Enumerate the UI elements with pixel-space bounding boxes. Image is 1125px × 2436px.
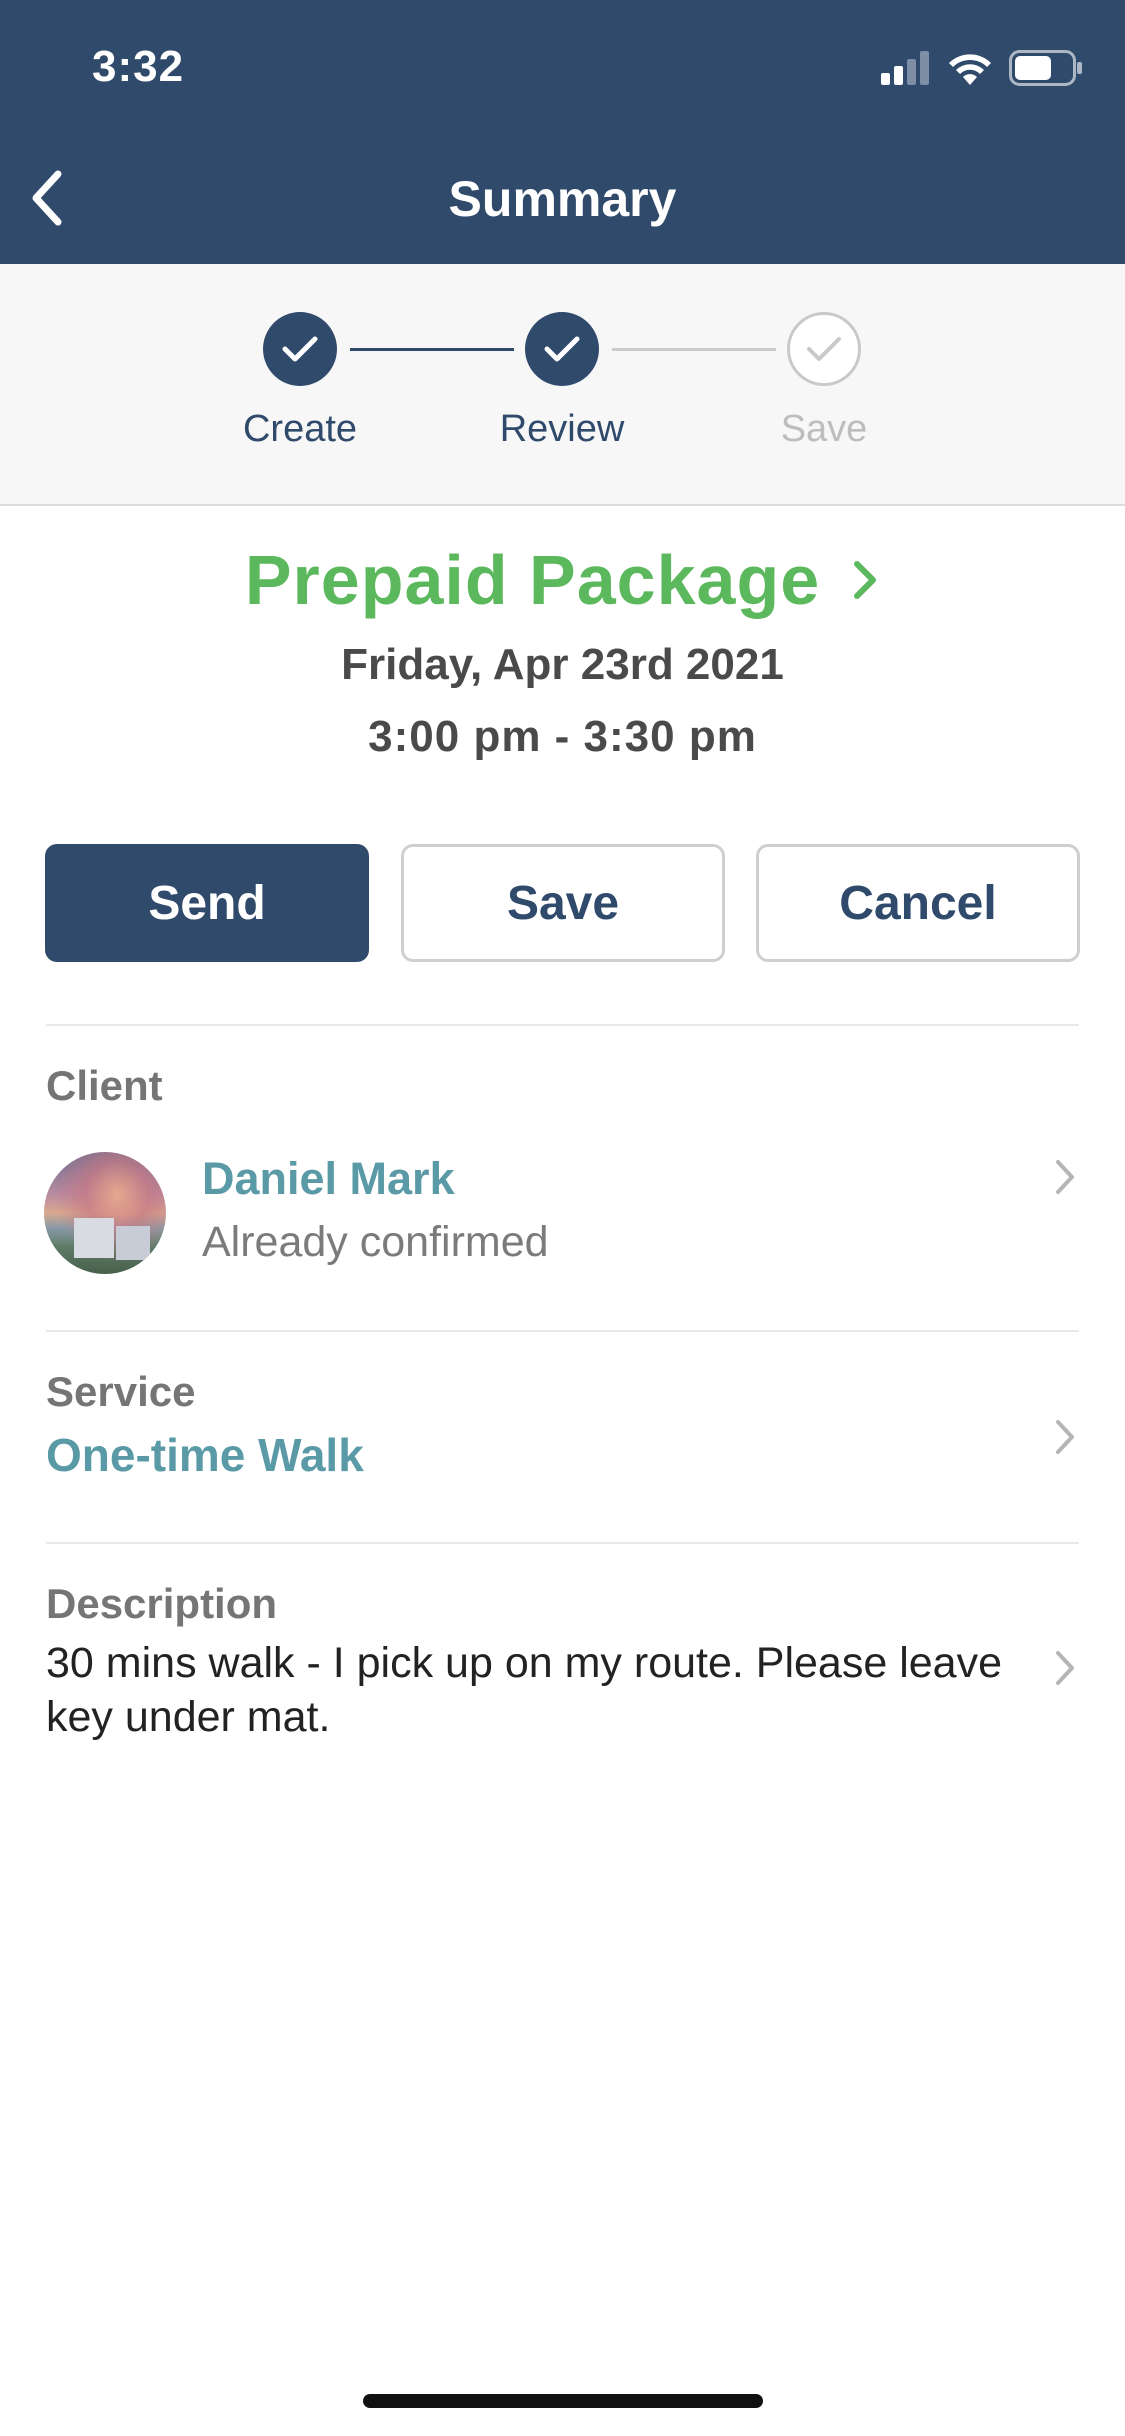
wifi-icon (949, 54, 991, 85)
cancel-button[interactable]: Cancel (756, 844, 1080, 962)
divider (46, 1542, 1079, 1544)
check-icon (282, 336, 318, 362)
status-icons (881, 48, 1083, 88)
description-label: Description (46, 1580, 278, 1627)
step-review-circle (525, 312, 599, 386)
signal-icon (881, 51, 929, 85)
service-chevron (1048, 1412, 1082, 1462)
step-save: Save (724, 312, 924, 451)
avatar (44, 1152, 166, 1274)
send-button[interactable]: Send (45, 844, 369, 962)
step-review-label: Review (499, 408, 625, 450)
package-title: Prepaid Package (244, 541, 821, 619)
page-title: Summary (448, 171, 677, 227)
avatar-detail (116, 1226, 150, 1260)
divider (46, 1330, 1079, 1332)
client-chevron (1048, 1152, 1082, 1202)
step-save-label: Save (780, 408, 868, 450)
nav-header: 3:32 Summary (0, 0, 1125, 264)
summary-screen: 3:32 Summary Create Review Save Prepaid … (0, 0, 1125, 2436)
client-label: Client (46, 1062, 163, 1109)
client-name: Daniel Mark (202, 1153, 455, 1204)
client-status: Already confirmed (202, 1218, 549, 1266)
save-button[interactable]: Save (401, 844, 725, 962)
progress-stepper: Create Review Save (0, 264, 1125, 506)
check-icon (544, 336, 580, 362)
service-label: Service (46, 1368, 196, 1415)
step-create-label: Create (242, 408, 358, 450)
home-indicator[interactable] (363, 2394, 763, 2408)
package-title-link[interactable]: Prepaid Package (0, 540, 1125, 620)
description-chevron (1048, 1643, 1082, 1693)
package-time: 3:00 pm - 3:30 pm (368, 712, 757, 761)
divider (46, 1024, 1079, 1026)
chevron-right-icon (1056, 1160, 1074, 1194)
battery-icon (1009, 50, 1082, 86)
chevron-right-icon (854, 561, 877, 599)
chevron-right-icon (1056, 1420, 1074, 1454)
step-create: Create (200, 312, 400, 451)
chevron-right-icon (1056, 1651, 1074, 1685)
check-icon (807, 337, 841, 361)
step-save-circle (787, 312, 861, 386)
service-value: One-time Walk (46, 1429, 364, 1481)
step-review: Review (462, 312, 662, 451)
step-create-circle (263, 312, 337, 386)
description-value: 30 mins walk - I pick up on my route. Pl… (46, 1639, 1002, 1741)
package-date: Friday, Apr 23rd 2021 (341, 640, 784, 689)
status-time: 3:32 (92, 42, 185, 91)
avatar-detail (74, 1218, 114, 1258)
